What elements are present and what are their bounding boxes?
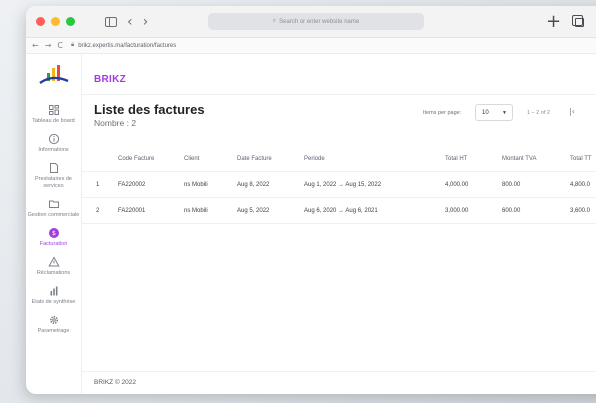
footer-copyright: BRIKZ © 2022 [94,379,137,386]
cell-total-ht: 3,000.00 [445,208,469,214]
cell-client: ns Mobili [184,182,208,188]
items-per-page-label: Items per page: [423,110,462,116]
search-icon: ⌕ [272,18,277,24]
page-title: Liste des factures [94,102,205,117]
search-placeholder: Search or enter website name [279,18,360,25]
cell-code: FA220002 [118,182,146,188]
sidebar-item-facturation[interactable]: $ Facturation [26,227,82,248]
sidebar-item-label: Informations [38,147,69,153]
table-header-row: Code Facture Client Date Facture Periode… [82,146,596,172]
row-number: 2 [96,208,100,214]
invoice-coin-icon: $ [48,228,59,238]
sidebar-item-label: Etats de synthèse [31,299,76,305]
pagination-range: 1 – 2 of 2 [527,110,550,116]
row-number: 1 [96,182,100,188]
back-chevron-icon[interactable]: ‹ [127,14,133,30]
sidebar-item-label: Facturation [39,241,68,247]
sidebar-item-dashboard[interactable]: Tableau de board [26,104,82,125]
sidebar-item-label: Parametrage [37,328,70,334]
cell-period: Aug 6, 2020 → Aug 6, 2021 [304,208,378,214]
cell-period: Aug 1, 2022 → Aug 15, 2022 [304,182,382,188]
cell-date: Aug 8, 2022 [237,182,270,188]
sidebar-item-label: Gestion commerciale [27,212,80,218]
close-window-button[interactable] [36,17,45,26]
search-input[interactable]: ⌕ Search or enter website name [208,13,424,30]
window-controls [36,17,75,26]
cell-code: FA220001 [118,208,146,214]
cell-date: Aug 5, 2022 [237,208,270,214]
invoices-table: Code Facture Client Date Facture Periode… [82,146,596,224]
column-header-client[interactable]: Client [184,146,199,172]
sidebar-item-label: Réclamations [36,270,71,276]
items-per-page-value: 10 [482,109,489,116]
table-row[interactable]: 1 FA220002 ns Mobili Aug 8, 2022 Aug 1, … [82,172,596,198]
header-divider [82,94,596,95]
forward-arrow-icon[interactable]: → [45,41,52,50]
lock-icon: 🔒︎ [71,42,75,48]
cell-tva: 800.00 [502,182,521,188]
app-container: Tableau de board Informations Prestatair… [26,54,596,394]
cell-total-ht: 4,000.00 [445,182,469,188]
sidebar-item-informations[interactable]: Informations [26,133,82,154]
first-page-icon[interactable]: |‹ [569,107,575,116]
gear-icon [49,315,58,325]
sidebar-item-label: Tableau de board [32,118,75,124]
dashboard-icon [48,105,59,115]
column-header-total-ht[interactable]: Total HT [445,146,467,172]
new-tab-button[interactable]: + [546,11,561,32]
browser-window: ‹ › ⌕ Search or enter website name + ← →… [26,6,596,394]
column-header-code[interactable]: Code Facture [118,146,154,172]
column-header-period[interactable]: Periode [304,146,325,172]
items-per-page-select[interactable]: 10 ▼ [475,104,513,121]
tab-overview-icon[interactable] [572,15,584,27]
footer-divider [82,371,596,372]
chevron-down-icon: ▼ [502,110,507,116]
brand-title[interactable]: BRIKZ [94,74,126,85]
brikz-logo [38,65,68,84]
browser-toolbar: ‹ › ⌕ Search or enter website name + [26,6,596,38]
warning-icon [47,256,60,267]
invoice-count: Nombre : 2 [94,118,137,128]
main-content: BRIKZ Liste des factures Nombre : 2 Item… [82,54,596,394]
folder-icon [48,200,59,208]
sidebar-item-reclamations[interactable]: Réclamations [26,256,82,277]
cell-ttc: 3,600.0 [570,208,591,214]
column-header-tva[interactable]: Montant TVA [502,146,536,172]
sidebar-item-etats-de-synthese[interactable]: Etats de synthèse [26,285,82,306]
cell-client: ns Mobili [184,208,208,214]
info-icon [48,133,59,145]
cell-tva: 600.00 [502,208,521,214]
sidebar-item-gestion-commerciale[interactable]: Gestion commerciale [26,198,82,219]
reload-icon[interactable]: C [57,41,63,50]
sidebar: Tableau de board Informations Prestatair… [26,54,82,394]
url-text[interactable]: brikz.expertis.ma/facturation/factures [78,43,176,49]
forward-chevron-icon[interactable]: › [143,14,149,30]
back-arrow-icon[interactable]: ← [32,41,39,50]
table-row[interactable]: 2 FA220001 ns Mobili Aug 5, 2022 Aug 6, … [82,198,596,224]
svg-text:$: $ [51,229,55,237]
document-icon [49,163,58,173]
cell-ttc: 4,800.0 [570,182,591,188]
bar-chart-icon [50,286,57,296]
sidebar-item-label: Prestataires de services [35,176,72,189]
column-header-date[interactable]: Date Facture [237,146,272,172]
zoom-window-button[interactable] [66,17,75,26]
address-bar: ← → C 🔒︎ brikz.expertis.ma/facturation/f… [26,38,596,54]
sidebar-toggle-icon[interactable] [105,16,117,27]
sidebar-item-parametrage[interactable]: Parametrage [26,314,82,335]
minimize-window-button[interactable] [51,17,60,26]
column-header-ttc[interactable]: Total TT [570,146,592,172]
sidebar-item-prestataires[interactable]: Prestataires de services [26,162,82,190]
